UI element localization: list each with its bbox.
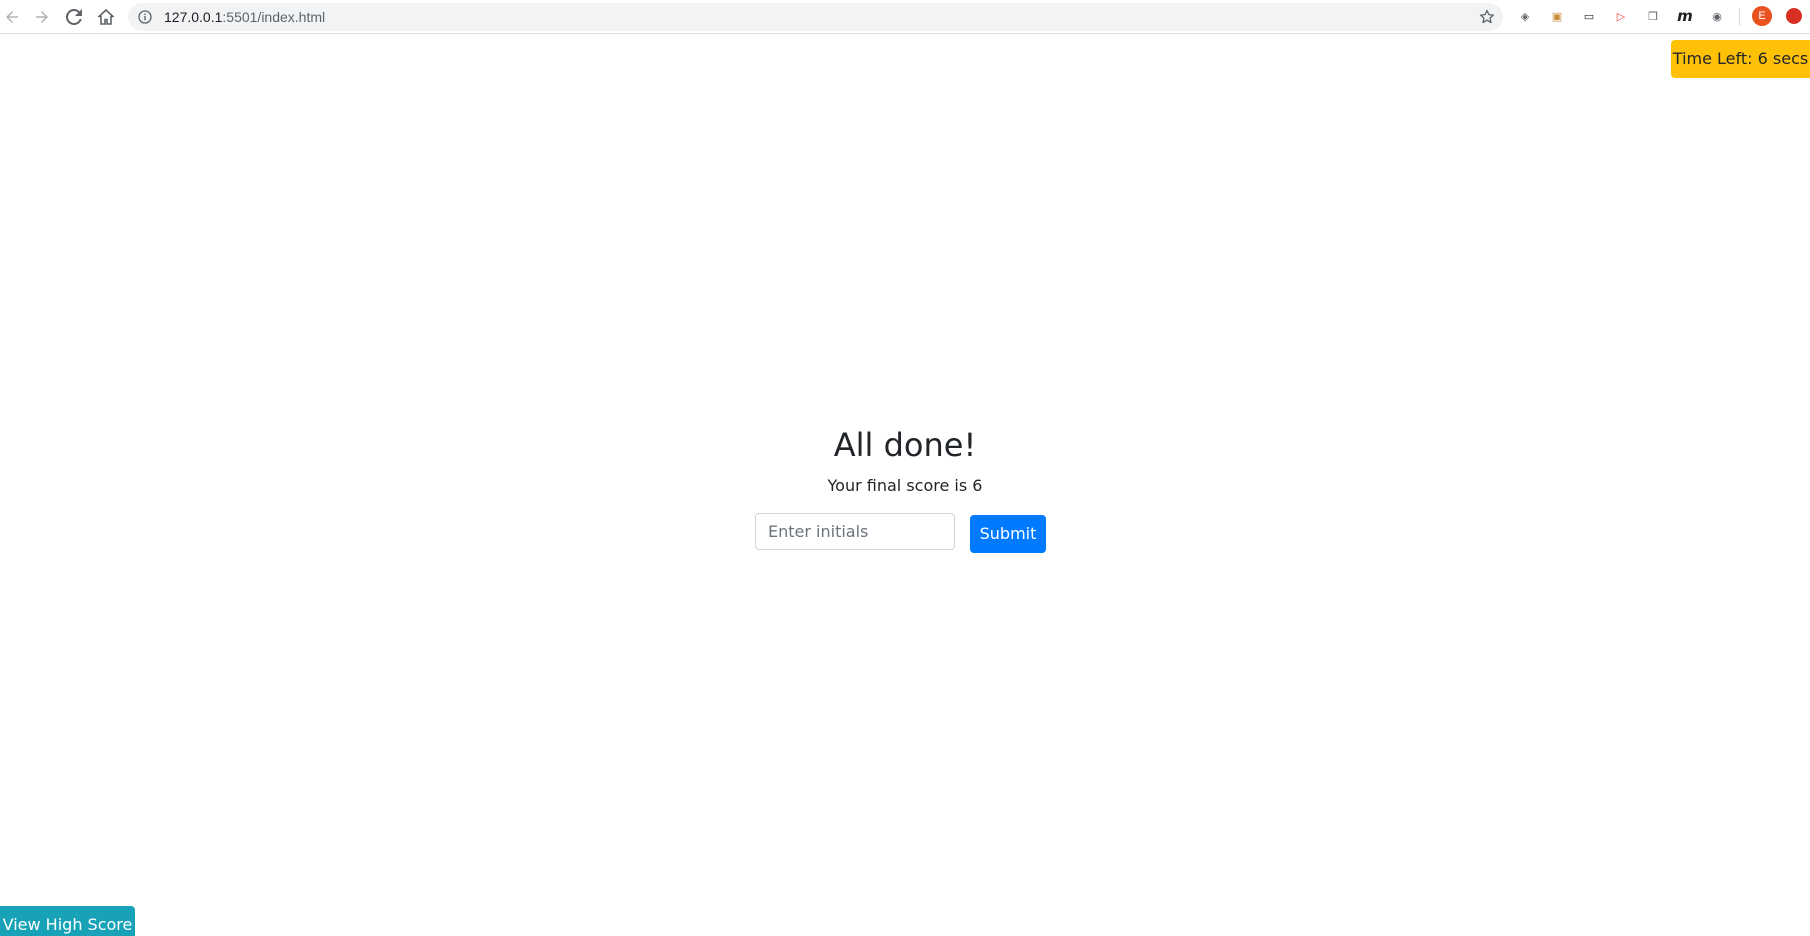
ext-slot-0[interactable]: ◈ — [1516, 7, 1534, 25]
results-panel: All done! Your final score is 6 — [0, 420, 1810, 498]
final-score-text: Your final score is 6 — [827, 476, 983, 495]
reload-icon[interactable] — [62, 5, 86, 29]
view-high-score-button[interactable]: View High Score — [0, 906, 135, 936]
m-extension-icon[interactable]: m — [1677, 7, 1693, 25]
ublock-icon[interactable]: ◈ — [1521, 10, 1529, 23]
initials-input[interactable] — [755, 513, 955, 550]
bookmark-star-icon[interactable] — [1479, 9, 1495, 25]
forward-icon[interactable] — [30, 5, 54, 29]
profile-avatar[interactable]: E — [1752, 6, 1772, 26]
ext-slot-6[interactable]: ◉ — [1708, 7, 1726, 25]
browser-toolbar: 127.0.0.1:5501/index.html ◈ ▣ ▭ ▷ ❐ m ◉ … — [0, 0, 1810, 34]
ext-slot-3[interactable]: ▷ — [1612, 7, 1630, 25]
time-left-badge: Time Left: 6 secs — [1671, 40, 1810, 78]
site-info-icon[interactable] — [138, 10, 152, 24]
ext-slot-4[interactable]: ❐ — [1644, 7, 1662, 25]
update-icon[interactable] — [1786, 8, 1802, 24]
url-host: 127.0.0.1 — [164, 9, 223, 25]
back-icon[interactable] — [0, 5, 24, 29]
ext-slot-2[interactable]: ▭ — [1580, 7, 1598, 25]
page-title: All done! — [833, 426, 977, 464]
submit-button[interactable]: Submit — [970, 515, 1046, 553]
url-path: :5501/index.html — [222, 9, 326, 25]
screencast-icon[interactable]: ▷ — [1617, 10, 1625, 23]
address-bar[interactable]: 127.0.0.1:5501/index.html — [128, 3, 1503, 31]
home-icon[interactable] — [94, 5, 118, 29]
ext-slot-1[interactable]: ▣ — [1548, 7, 1566, 25]
audio-icon[interactable]: ◉ — [1712, 10, 1722, 23]
url-text: 127.0.0.1:5501/index.html — [164, 3, 325, 31]
toolbar-divider — [1739, 8, 1740, 26]
honey-icon[interactable]: ▣ — [1552, 10, 1562, 23]
copy-icon[interactable]: ❐ — [1648, 10, 1658, 23]
ext-slot-5[interactable]: m — [1676, 7, 1694, 25]
picture-in-picture-icon[interactable]: ▭ — [1584, 10, 1594, 23]
